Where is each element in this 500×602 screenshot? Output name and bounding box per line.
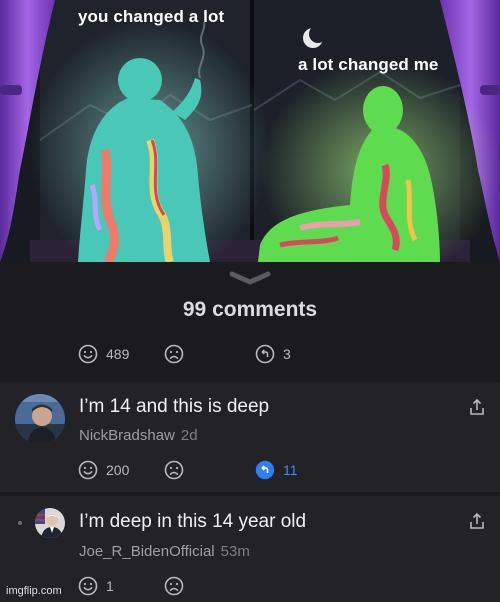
meme-illustration <box>0 0 500 262</box>
watermark: imgflip.com <box>6 585 62 597</box>
share-icon[interactable] <box>469 398 485 416</box>
reply-icon <box>255 344 275 364</box>
comment-like-button[interactable]: 200 <box>78 460 129 480</box>
comment-dislike-button[interactable] <box>164 460 184 480</box>
comment-author[interactable]: NickBradshaw <box>79 427 175 444</box>
comment-meta: NickBradshaw 2d <box>79 427 198 444</box>
smile-icon <box>78 344 98 364</box>
comment-time: 53m <box>220 543 250 560</box>
comments-count: 99 comments <box>182 298 318 321</box>
comment-dislike-button[interactable] <box>164 576 184 596</box>
reply-icon <box>255 460 275 480</box>
comment-text: I’m deep in this 14 year old <box>79 511 307 532</box>
comment-like-button[interactable]: 1 <box>78 576 114 596</box>
post-dislike-button[interactable] <box>164 344 184 364</box>
comment-text: I’m 14 and this is deep <box>79 396 270 417</box>
comment-reply-count: 11 <box>283 462 298 478</box>
comment-author[interactable]: Joe_R_BidenOfficial <box>79 543 215 560</box>
avatar[interactable] <box>15 394 65 444</box>
post-reply-count: 3 <box>283 346 291 362</box>
comment-time: 2d <box>180 427 198 444</box>
meme-caption-left: you changed a lot <box>78 7 225 26</box>
share-icon[interactable] <box>469 512 485 530</box>
frown-icon <box>164 576 184 596</box>
smile-icon <box>78 576 98 596</box>
frown-icon <box>164 344 184 364</box>
comment-meta: Joe_R_BidenOfficial 53m <box>79 543 250 560</box>
chevron-down-icon[interactable] <box>228 270 272 286</box>
avatar[interactable] <box>35 508 65 538</box>
meme-image[interactable]: you changed a lot a lot changed me <box>0 0 500 262</box>
comment-like-count: 1 <box>106 578 114 594</box>
comment-replies-button[interactable]: 11 <box>255 460 298 480</box>
smile-icon <box>78 460 98 480</box>
frown-icon <box>164 460 184 480</box>
reply-indent-dot <box>18 521 22 525</box>
post-like-count: 489 <box>106 346 130 362</box>
post-reply-button[interactable]: 3 <box>255 344 291 364</box>
post-like-button[interactable]: 489 <box>78 344 129 364</box>
comment-like-count: 200 <box>106 462 130 478</box>
meme-caption-right: a lot changed me <box>298 55 439 74</box>
